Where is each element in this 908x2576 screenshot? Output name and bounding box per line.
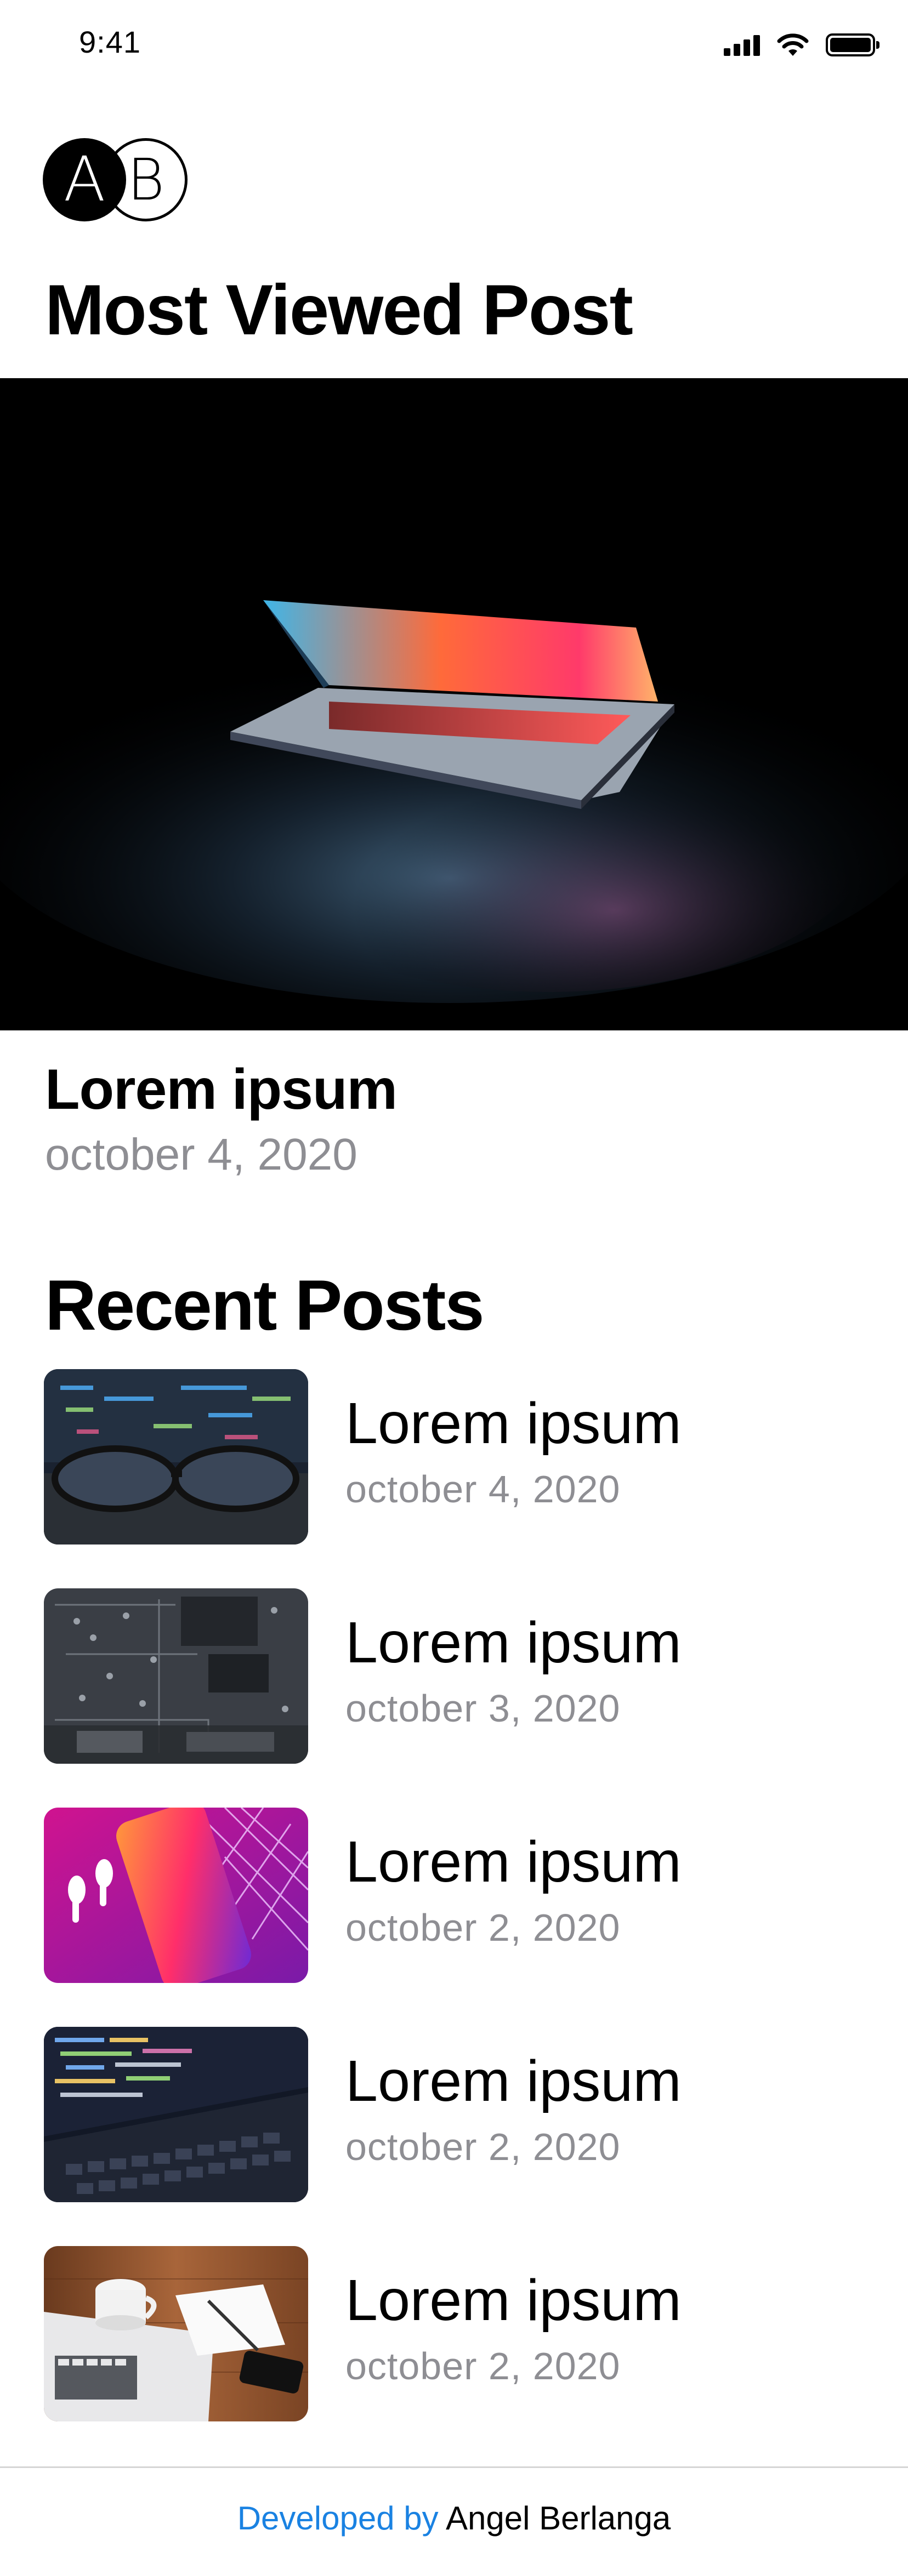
recent-post-1[interactable]: Lorem ipsum october 4, 2020 — [44, 1369, 866, 1545]
post-date: october 2, 2020 — [345, 2345, 621, 2387]
post-thumbnail-circuit-board — [44, 1588, 308, 1764]
developed-by-link[interactable]: Developed by — [237, 2500, 439, 2537]
post-thumbnail-laptop-code — [44, 2027, 308, 2202]
post-thumbnail-desk-workspace — [44, 2246, 308, 2421]
recent-post-5[interactable]: Lorem ipsum october 2, 2020 — [44, 2246, 866, 2421]
post-thumbnail-phone-airpods — [44, 1808, 308, 1983]
footer-divider — [0, 2466, 908, 2468]
post-date: october 3, 2020 — [345, 1687, 621, 1730]
post-title: Lorem ipsum — [345, 2268, 682, 2333]
recent-post-2[interactable]: Lorem ipsum october 3, 2020 — [44, 1588, 866, 1764]
post-date: october 4, 2020 — [345, 1468, 621, 1511]
most-viewed-date: october 4, 2020 — [45, 1130, 357, 1179]
post-title: Lorem ipsum — [345, 1610, 682, 1675]
status-bar: 9:41 — [0, 0, 908, 88]
footer: Developed by Angel Berlanga — [0, 2499, 908, 2537]
status-time: 9:41 — [79, 25, 141, 59]
post-title: Lorem ipsum — [345, 2049, 682, 2113]
recent-posts-heading: Recent Posts — [45, 1265, 485, 1345]
most-viewed-heading: Most Viewed Post — [45, 270, 633, 350]
post-title: Lorem ipsum — [345, 1830, 682, 1894]
post-thumbnail-code-glasses — [44, 1369, 308, 1545]
most-viewed-image[interactable] — [0, 378, 908, 1030]
status-icons — [724, 33, 879, 57]
logo-letter-a: A — [43, 138, 126, 221]
signal-icon — [724, 34, 760, 56]
post-date: october 2, 2020 — [345, 1906, 621, 1949]
post-title: Lorem ipsum — [345, 1391, 682, 1456]
most-viewed-title[interactable]: Lorem ipsum — [45, 1061, 398, 1118]
laptop-photo — [0, 378, 908, 1030]
wifi-icon — [777, 33, 809, 56]
battery-icon — [826, 33, 879, 56]
recent-post-4[interactable]: Lorem ipsum october 2, 2020 — [44, 2027, 866, 2202]
recent-post-3[interactable]: Lorem ipsum october 2, 2020 — [44, 1808, 866, 1983]
app-logo[interactable]: B A — [43, 138, 192, 224]
author-name: Angel Berlanga — [445, 2500, 671, 2537]
post-date: october 2, 2020 — [345, 2125, 621, 2168]
